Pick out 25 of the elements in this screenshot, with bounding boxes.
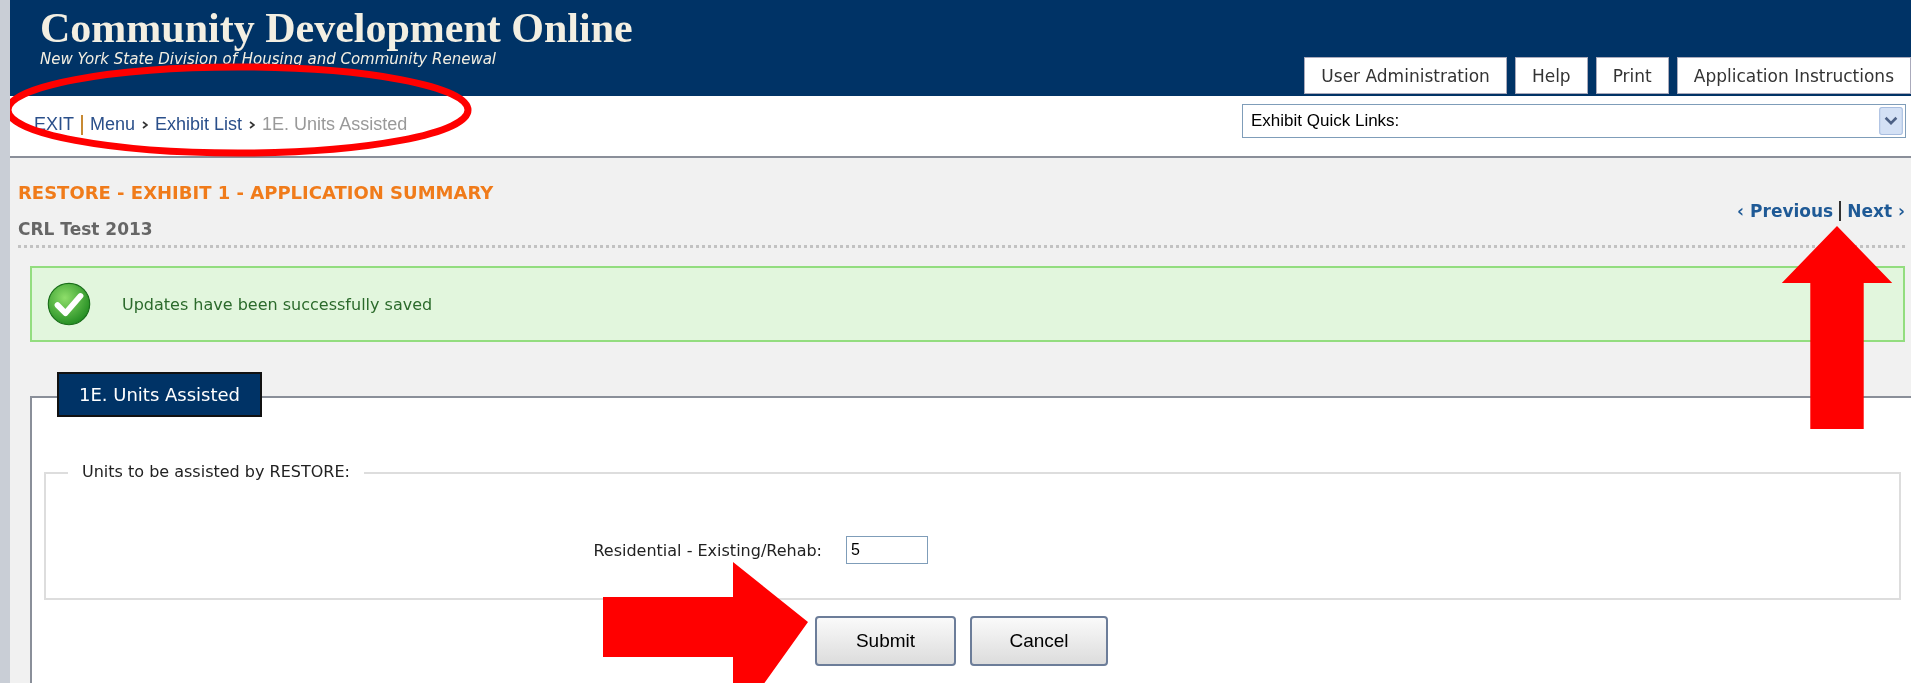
header-button[interactable]: Print bbox=[1595, 57, 1669, 94]
chevron-icon bbox=[142, 120, 149, 129]
breadcrumb-link[interactable]: Menu bbox=[90, 114, 136, 135]
separator-bar bbox=[1839, 201, 1842, 221]
header-button[interactable]: Help bbox=[1514, 57, 1588, 94]
header-button[interactable]: Application Instructions bbox=[1676, 57, 1911, 94]
submit-button[interactable]: Submit bbox=[815, 616, 956, 666]
page-title: RESTORE - EXHIBIT 1 - APPLICATION SUMMARY bbox=[18, 182, 494, 203]
separator-bar bbox=[81, 114, 83, 135]
chevron-icon bbox=[249, 120, 256, 129]
previous-link[interactable]: ‹ Previous bbox=[1737, 201, 1834, 221]
breadcrumb-current: 1E. Units Assisted bbox=[262, 114, 408, 135]
breadcrumb-link[interactable]: Exhibit List bbox=[155, 114, 243, 135]
success-message: Updates have been successfully saved bbox=[122, 294, 433, 314]
project-name: CRL Test 2013 bbox=[18, 219, 154, 239]
site-subtitle: New York State Division of Housing and Community Renewal bbox=[40, 50, 497, 68]
quick-links-dropdown[interactable]: Exhibit Quick Links: bbox=[1242, 104, 1906, 138]
group-title: Units to be assisted by RESTORE: bbox=[68, 462, 364, 481]
next-link[interactable]: Next › bbox=[1847, 201, 1905, 221]
checkmark-icon bbox=[46, 281, 92, 327]
input-field[interactable]: 5 bbox=[846, 536, 928, 564]
section-legend: 1E. Units Assisted bbox=[57, 372, 262, 417]
cancel-button[interactable]: Cancel bbox=[970, 616, 1108, 666]
header-button[interactable]: User Administration bbox=[1304, 57, 1507, 94]
field-label: Residential - Existing/Rehab: bbox=[592, 540, 822, 560]
